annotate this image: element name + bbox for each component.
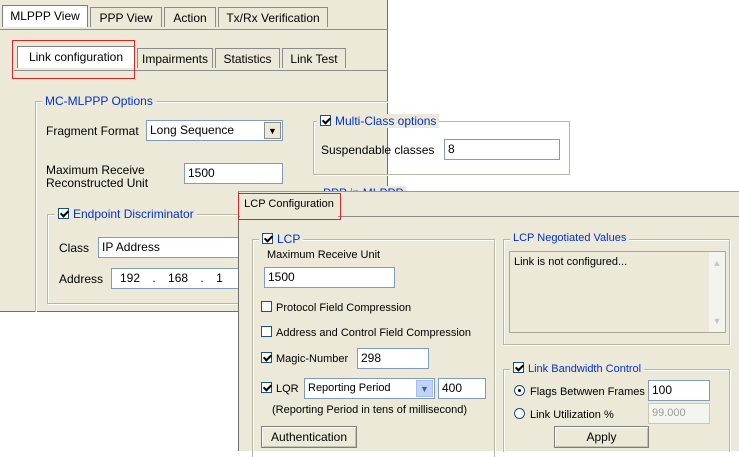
tab-mlppp-view[interactable]: MLPPP View bbox=[2, 5, 88, 27]
address-control-compression-label: Address and Control Field Compression bbox=[276, 327, 472, 339]
suspendable-label: Suspendable classes bbox=[321, 143, 435, 157]
ip-octet-1: 192 bbox=[120, 271, 141, 285]
scroll-down-icon[interactable]: ▼ bbox=[710, 314, 724, 328]
magic-number-label: Magic-Number bbox=[276, 353, 349, 365]
lqr-note: (Reporting Period in tens of millisecond… bbox=[272, 404, 468, 416]
main-tab-strip: MLPPP View PPP View Action Tx/Rx Verific… bbox=[0, 5, 388, 31]
mrru-value: 1500 bbox=[188, 166, 215, 180]
flags-value: 100 bbox=[652, 383, 673, 397]
mc-mlppp-title: MC-MLPPP Options bbox=[42, 94, 156, 108]
mru-value: 1500 bbox=[268, 270, 295, 284]
apply-label: Apply bbox=[586, 430, 617, 444]
lcp-config-window: LCP Configuration LCP Maximum Receive Un… bbox=[238, 191, 739, 457]
utilization-option[interactable]: Link Utilization % bbox=[514, 408, 614, 421]
negotiated-values-textarea[interactable]: Link is not configured... ▲ ▼ bbox=[509, 251, 726, 333]
authentication-label: Authentication bbox=[270, 430, 348, 444]
tab-ppp-view[interactable]: PPP View bbox=[90, 7, 162, 27]
class-label: Class bbox=[59, 241, 90, 255]
mrru-label-line2: Reconstructed Unit bbox=[46, 176, 149, 190]
chevron-down-icon[interactable]: ▼ bbox=[264, 122, 281, 139]
authentication-button[interactable]: Authentication bbox=[261, 426, 357, 448]
address-label: Address bbox=[59, 272, 104, 286]
class-value: IP Address bbox=[102, 240, 160, 254]
negotiated-values-title: LCP Negotiated Values bbox=[510, 232, 630, 244]
protocol-field-compression-option[interactable]: Protocol Field Compression bbox=[261, 301, 411, 314]
tab-link-test[interactable]: Link Test bbox=[282, 48, 346, 68]
lqr-value: 400 bbox=[442, 381, 463, 395]
fragment-format-value: Long Sequence bbox=[150, 123, 235, 137]
textarea-scrollbar[interactable]: ▲ ▼ bbox=[709, 252, 725, 332]
fragment-format-label: Fragment Format bbox=[46, 124, 139, 138]
endpoint-title: Endpoint Discriminator bbox=[73, 207, 194, 221]
magic-number-checkbox[interactable] bbox=[261, 352, 272, 363]
mru-input[interactable]: 1500 bbox=[264, 267, 395, 288]
utilization-value: 99.000 bbox=[652, 407, 686, 419]
lcp-checkbox[interactable] bbox=[262, 233, 273, 244]
lcp-title: LCP bbox=[277, 232, 301, 246]
protocol-field-compression-checkbox[interactable] bbox=[261, 301, 272, 312]
flags-label: Flags Betwwen Frames bbox=[530, 386, 645, 398]
flags-radio[interactable] bbox=[514, 385, 525, 396]
multiclass-checkbox[interactable] bbox=[320, 115, 331, 126]
address-control-compression-option[interactable]: Address and Control Field Compression bbox=[261, 326, 471, 339]
lcp-toggle[interactable]: LCP bbox=[259, 232, 304, 246]
link-config-highlight bbox=[12, 40, 135, 79]
bandwidth-title: Link Bandwidth Control bbox=[528, 363, 642, 375]
chevron-down-icon[interactable]: ▼ bbox=[416, 380, 433, 397]
mru-label: Maximum Receive Unit bbox=[267, 249, 381, 261]
flags-input[interactable]: 100 bbox=[648, 380, 710, 401]
magic-number-value: 298 bbox=[361, 351, 382, 365]
mrru-input[interactable]: 1500 bbox=[184, 163, 283, 184]
bandwidth-checkbox[interactable] bbox=[513, 362, 524, 373]
tab-action[interactable]: Action bbox=[164, 7, 216, 27]
address-control-compression-checkbox[interactable] bbox=[261, 326, 272, 337]
tab-tx-rx-verification[interactable]: Tx/Rx Verification bbox=[218, 7, 328, 27]
flags-option[interactable]: Flags Betwwen Frames bbox=[514, 385, 645, 398]
bandwidth-toggle[interactable]: Link Bandwidth Control bbox=[510, 362, 645, 375]
lqr-checkbox[interactable] bbox=[261, 382, 272, 393]
fragment-format-select[interactable]: Long Sequence ▼ bbox=[146, 120, 283, 141]
suspendable-input[interactable]: 8 bbox=[444, 139, 560, 160]
suspendable-value: 8 bbox=[448, 142, 455, 156]
utilization-label: Link Utilization % bbox=[530, 409, 614, 421]
apply-button[interactable]: Apply bbox=[554, 426, 649, 448]
scroll-up-icon[interactable]: ▲ bbox=[710, 256, 724, 270]
tab-impairments[interactable]: Impairments bbox=[137, 48, 213, 68]
magic-number-input[interactable]: 298 bbox=[357, 348, 429, 369]
utilization-input[interactable]: 99.000 bbox=[648, 403, 710, 424]
multiclass-toggle[interactable]: Multi-Class options bbox=[317, 114, 440, 128]
magic-number-option[interactable]: Magic-Number bbox=[261, 352, 348, 365]
protocol-field-compression-label: Protocol Field Compression bbox=[276, 302, 412, 314]
lqr-option[interactable]: LQR bbox=[261, 382, 299, 395]
endpoint-checkbox[interactable] bbox=[58, 208, 69, 219]
endpoint-toggle[interactable]: Endpoint Discriminator bbox=[55, 207, 197, 221]
lqr-label: LQR bbox=[276, 383, 299, 395]
utilization-radio[interactable] bbox=[514, 408, 525, 419]
lqr-value-input[interactable]: 400 bbox=[438, 378, 486, 399]
mrru-label-line1: Maximum Receive bbox=[46, 163, 145, 177]
ip-octet-3: 1 bbox=[216, 271, 223, 285]
lcp-tab-highlight bbox=[238, 193, 341, 220]
multiclass-title: Multi-Class options bbox=[335, 114, 437, 128]
main-tab-divider bbox=[0, 29, 388, 30]
lqr-mode-value: Reporting Period bbox=[308, 382, 391, 394]
lqr-mode-select[interactable]: Reporting Period ▼ bbox=[304, 378, 435, 399]
negotiated-values-text: Link is not configured... bbox=[514, 256, 628, 268]
ip-octet-2: 168 bbox=[168, 271, 189, 285]
tab-statistics[interactable]: Statistics bbox=[215, 48, 280, 68]
